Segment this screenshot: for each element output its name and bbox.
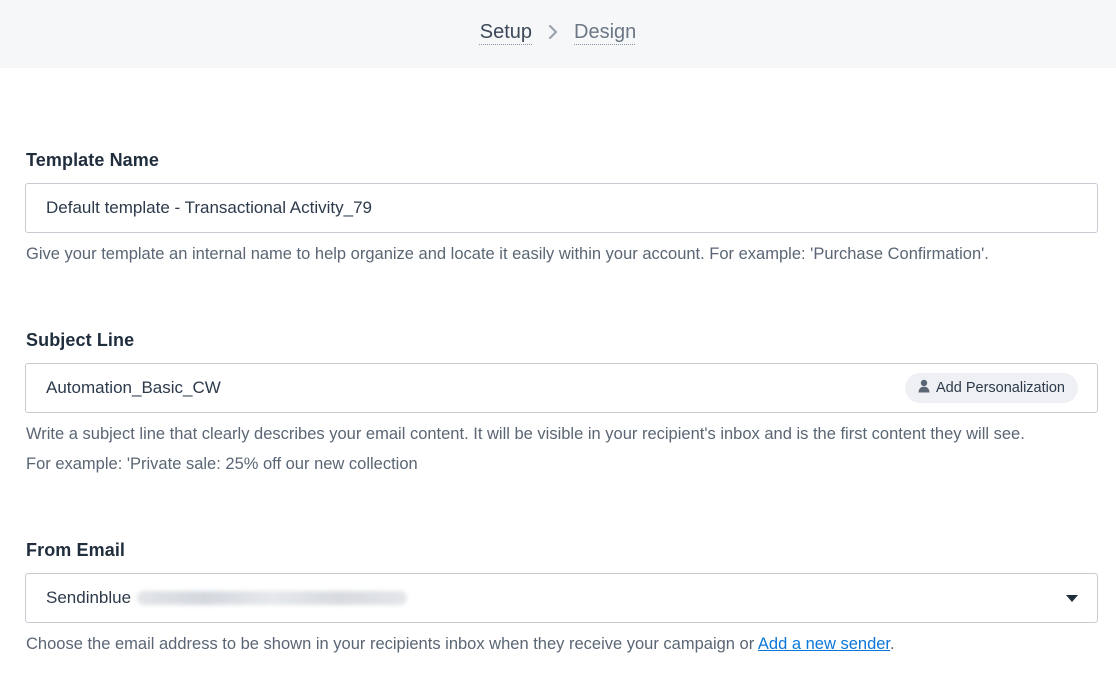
from-email-help: Choose the email address to be shown in … [26,629,1098,659]
subject-line-section: Subject Line Add Personalization Write a… [25,330,1098,479]
from-email-select[interactable]: Sendinblue [25,573,1098,623]
template-name-section: Template Name Give your template an inte… [25,150,1098,269]
from-email-help-suffix: . [890,635,895,653]
from-email-selected-value: Sendinblue [26,588,1097,608]
caret-down-icon[interactable] [1066,595,1078,602]
add-personalization-button[interactable]: Add Personalization [905,373,1078,403]
subject-line-label: Subject Line [26,330,135,350]
subject-line-help-line2: For example: 'Private sale: 25% off our … [26,455,418,473]
breadcrumb: Setup Design [480,21,637,44]
subject-line-help-line1: Write a subject line that clearly descri… [26,425,1025,443]
chevron-right-icon [546,25,560,39]
step-setup[interactable]: Setup [480,21,532,44]
from-email-help-text: Choose the email address to be shown in … [26,635,758,653]
step-design[interactable]: Design [574,21,636,44]
step-navigation-bar: Setup Design [0,0,1116,68]
add-personalization-label: Add Personalization [936,380,1065,396]
person-icon [918,379,930,397]
subject-line-field[interactable]: Add Personalization [25,363,1098,413]
from-email-section: From Email Sendinblue Choose the email a… [25,540,1098,659]
template-name-label: Template Name [26,150,160,170]
subject-line-help: Write a subject line that clearly descri… [26,419,1098,479]
template-name-input[interactable] [26,184,1097,232]
template-name-field[interactable] [25,183,1098,233]
from-email-label: From Email [26,540,126,560]
template-name-help: Give your template an internal name to h… [26,245,989,263]
sender-name: Sendinblue [46,588,132,607]
sender-email-redacted [137,591,408,605]
add-new-sender-link[interactable]: Add a new sender [758,635,890,653]
